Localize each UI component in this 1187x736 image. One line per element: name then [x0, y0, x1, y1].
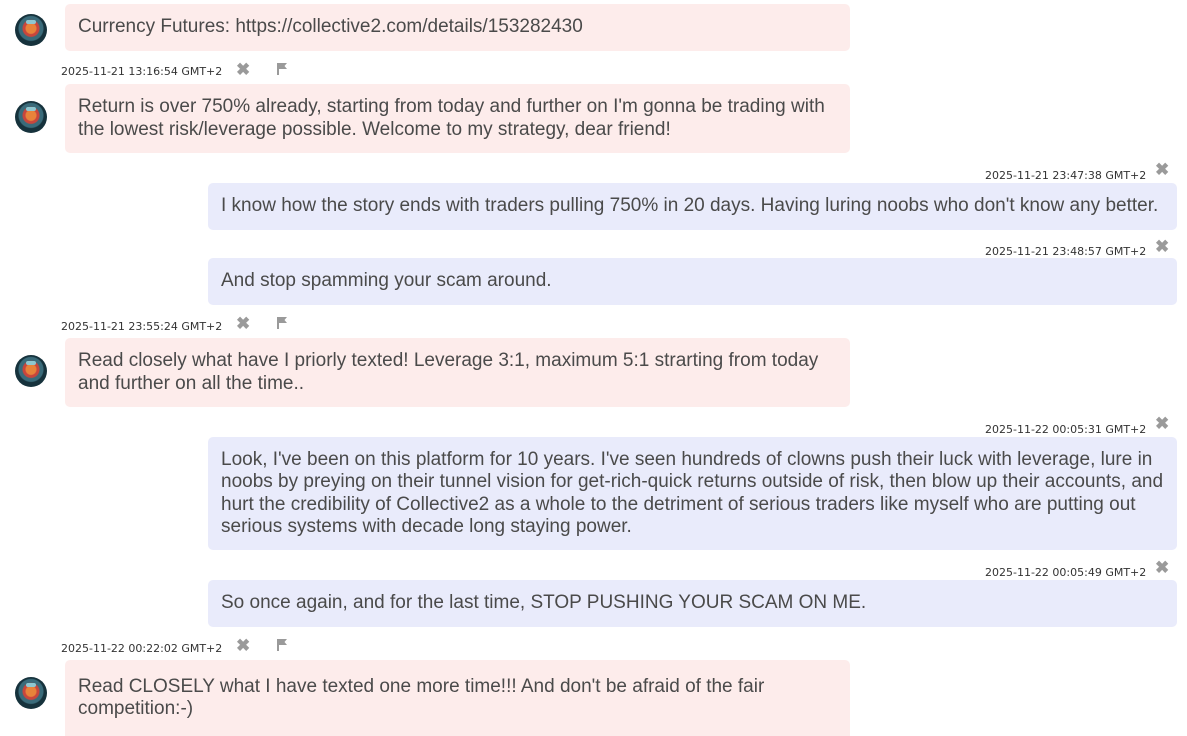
message-timestamp: 2025-11-22 00:05:31 GMT+2: [985, 423, 1147, 436]
message-bubble-outgoing: So once again, and for the last time, ST…: [208, 580, 1177, 627]
close-icon[interactable]: ✖: [236, 315, 250, 332]
message-bubble-outgoing: And stop spamming your scam around.: [208, 258, 1177, 305]
message-text: Read CLOSELY what I have texted one more…: [78, 675, 765, 720]
message-text: So once again, and for the last time, ST…: [221, 592, 867, 614]
message-timestamp: 2025-11-22 00:05:49 GMT+2: [985, 566, 1147, 579]
avatar: [15, 355, 47, 387]
close-icon[interactable]: ✖: [1155, 559, 1169, 576]
avatar: [15, 101, 47, 133]
message-text: Read closely what have I priorly texted!…: [78, 350, 819, 394]
message-text: Currency Futures: https://collective2.co…: [78, 16, 583, 38]
message-timestamp: 2025-11-22 00:22:02 GMT+2: [61, 642, 223, 655]
message-text: And stop spamming your scam around.: [221, 270, 552, 292]
avatar: [15, 677, 47, 709]
message-bubble-incoming: Currency Futures: https://collective2.co…: [65, 4, 850, 51]
message-text: I know how the story ends with traders p…: [221, 195, 1159, 217]
flag-icon[interactable]: [276, 638, 290, 652]
close-icon[interactable]: ✖: [236, 637, 250, 654]
close-icon[interactable]: ✖: [1155, 161, 1169, 178]
flag-icon[interactable]: [276, 62, 290, 76]
close-icon[interactable]: ✖: [236, 61, 250, 78]
message-text: Return is over 750% already, starting fr…: [78, 96, 825, 140]
message-timestamp: 2025-11-21 23:47:38 GMT+2: [985, 169, 1147, 182]
message-bubble-outgoing: I know how the story ends with traders p…: [208, 183, 1177, 230]
message-text: Look, I've been on this platform for 10 …: [221, 448, 1164, 538]
flag-icon[interactable]: [276, 316, 290, 330]
message-timestamp: 2025-11-21 23:48:57 GMT+2: [985, 245, 1147, 258]
message-bubble-incoming: Read closely what have I priorly texted!…: [65, 338, 850, 407]
avatar: [15, 14, 47, 46]
message-bubble-incoming: Return is over 750% already, starting fr…: [65, 84, 850, 153]
message-bubble-incoming: Read CLOSELY what I have texted one more…: [65, 660, 850, 736]
message-bubble-outgoing: Look, I've been on this platform for 10 …: [208, 437, 1177, 550]
close-icon[interactable]: ✖: [1155, 415, 1169, 432]
close-icon[interactable]: ✖: [1155, 238, 1169, 255]
message-timestamp: 2025-11-21 13:16:54 GMT+2: [61, 65, 223, 78]
message-timestamp: 2025-11-21 23:55:24 GMT+2: [61, 320, 223, 333]
